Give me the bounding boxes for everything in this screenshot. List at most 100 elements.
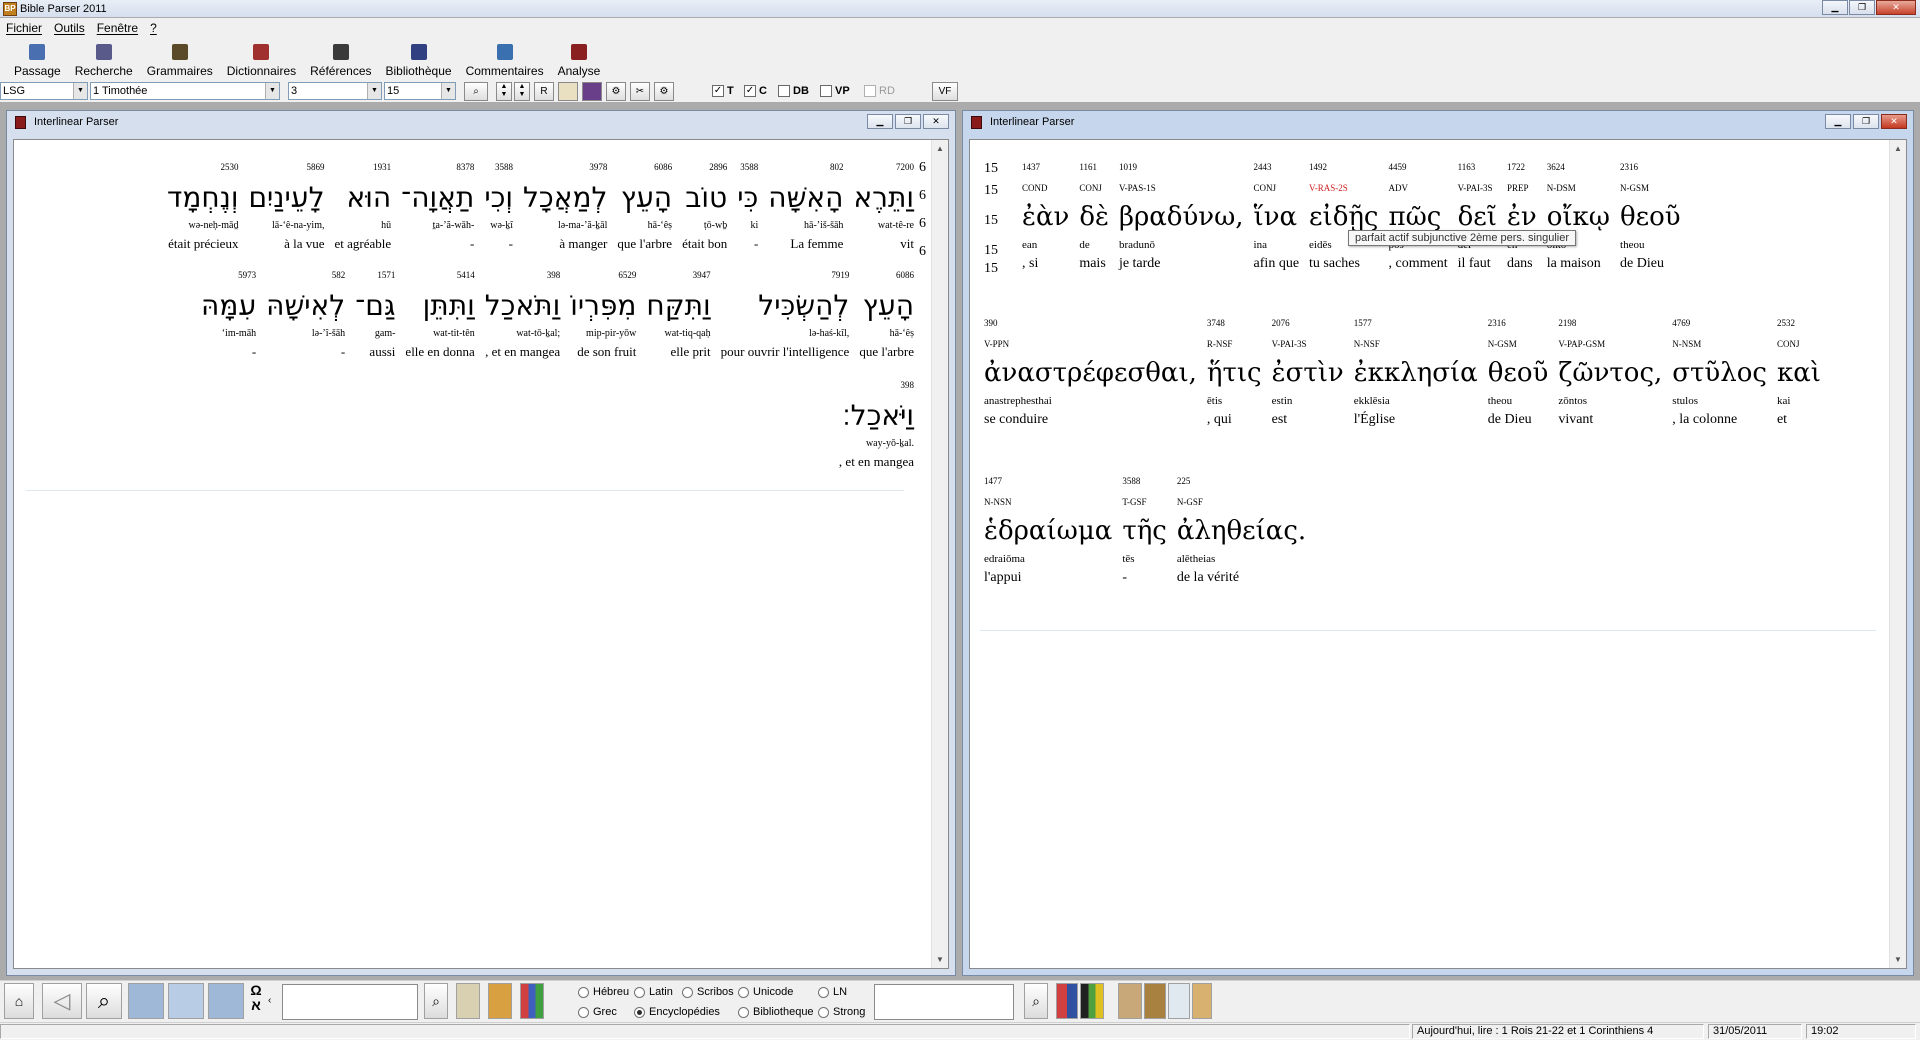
cascade-windows-icon[interactable] xyxy=(208,983,244,1019)
zoom-icon[interactable]: ⌕ xyxy=(86,983,122,1019)
strong-number[interactable]: 5973 xyxy=(238,270,256,284)
r-button[interactable]: R xyxy=(534,82,554,101)
interlinear-word[interactable]: 1571 גַּם־ gam-aussi xyxy=(355,270,395,362)
radio-latin[interactable]: Latin xyxy=(634,986,673,998)
toolbar-btn-bibliothque[interactable]: Bibliothèque xyxy=(386,38,452,80)
strong-number[interactable]: 398 xyxy=(901,380,915,394)
scroll-down-icon[interactable]: ▼ xyxy=(1890,951,1906,968)
morphology-code[interactable]: CONJ xyxy=(1777,334,1821,354)
horizontal-layout-icon[interactable] xyxy=(168,983,204,1019)
minimize-icon[interactable]: ▁ xyxy=(867,114,893,129)
strong-number[interactable]: 3588 xyxy=(495,162,513,176)
interlinear-word[interactable]: 1019 V-PAS-1S βραδύνω, bradunō je tarde xyxy=(1119,156,1244,274)
strong-number[interactable]: 398 xyxy=(547,270,561,284)
library-tool-icon[interactable] xyxy=(582,82,602,101)
strong-number[interactable]: 2530 xyxy=(220,162,238,176)
strong-number[interactable]: 2076 xyxy=(1272,312,1344,334)
strong-number[interactable]: 7919 xyxy=(831,270,849,284)
toolbar-btn-grammaires[interactable]: Grammaires xyxy=(147,38,213,80)
strong-number[interactable]: 2532 xyxy=(1777,312,1821,334)
interlinear-word[interactable]: 2532 CONJ καὶ kai et xyxy=(1777,312,1821,430)
interlinear-word[interactable]: 2198 V-PAP-GSM ζῶντος, zōntos vivant xyxy=(1558,312,1662,430)
morphology-code[interactable]: V-PAP-GSM xyxy=(1558,334,1662,354)
morphology-code[interactable]: N-NSM xyxy=(1672,334,1767,354)
interlinear-word[interactable]: 7919 לְהַשְׂכִּיל lə-haś-kîl, pour ouvrir l… xyxy=(721,270,850,362)
strong-number[interactable]: 6086 xyxy=(654,162,672,176)
close-icon[interactable]: ✕ xyxy=(923,114,949,129)
strong-number[interactable]: 3588 xyxy=(1122,470,1167,492)
tools-icon[interactable]: ✂ xyxy=(630,82,650,101)
morphology-code[interactable]: N-NSF xyxy=(1354,334,1478,354)
strong-number[interactable]: 225 xyxy=(1177,470,1306,492)
scroll-tool-icon[interactable] xyxy=(1144,983,1166,1019)
omega-aleph-icon[interactable]: Ωא xyxy=(248,983,264,1013)
interlinear-word[interactable]: 2316 N-GSM θεοῦ theou de Dieu xyxy=(1620,156,1681,274)
interlinear-word[interactable]: 3624N-DSMοἴκῳoikōla maison xyxy=(1547,156,1610,274)
morphology-code[interactable]: V-RAS-2S xyxy=(1309,178,1378,198)
strong-number[interactable]: 1492 xyxy=(1309,156,1378,178)
interlinear-word[interactable]: 225 N-GSF ἀληθείας. alētheias de la vérité xyxy=(1177,470,1306,588)
check-t[interactable]: ✓ T xyxy=(712,85,734,97)
interlinear-word[interactable]: 5869 לָעֵינַיִם lā-‘ê-na-yim, à la vue xyxy=(248,162,324,254)
interlinear-word[interactable]: 1163V-PAI-3Sδεῖdeiil faut xyxy=(1458,156,1497,274)
maximize-icon[interactable]: ❐ xyxy=(1853,114,1879,129)
strong-number[interactable]: 2316 xyxy=(1620,156,1681,178)
grid-tool-icon[interactable] xyxy=(456,983,480,1019)
strong-number[interactable]: 3978 xyxy=(589,162,607,176)
interlinear-word[interactable]: 1437 COND ἐὰν ean , si xyxy=(1022,156,1069,274)
interlinear-word[interactable]: 398 וַתֹּאכַל wat-tō-ḵal; , et en mangea xyxy=(485,270,560,362)
strong-number[interactable]: 1931 xyxy=(373,162,391,176)
toolbar-btn-dictionnaires[interactable]: Dictionnaires xyxy=(227,38,296,80)
interlinear-word[interactable]: 3588 T-GSF τῆς tēs - xyxy=(1122,470,1167,588)
radio-grec[interactable]: Grec xyxy=(578,1006,617,1018)
radio-encyclopedies[interactable]: Encyclopédies xyxy=(634,1006,720,1018)
interlinear-word[interactable]: 2316 N-GSM θεοῦ theou de Dieu xyxy=(1488,312,1549,430)
strong-number[interactable]: 1437 xyxy=(1022,156,1069,178)
radio-scribos[interactable]: Scribos xyxy=(682,986,734,998)
strong-number[interactable]: 802 xyxy=(830,162,844,176)
checkbox-vp[interactable] xyxy=(820,85,832,97)
maximize-icon[interactable]: ❐ xyxy=(1849,0,1875,15)
morphology-code[interactable]: N-GSM xyxy=(1488,334,1549,354)
morphology-code[interactable]: T-GSF xyxy=(1122,492,1167,512)
strong-number[interactable]: 4459 xyxy=(1389,156,1448,178)
check-c[interactable]: ✓ C xyxy=(744,85,767,97)
strong-number[interactable]: 5414 xyxy=(457,270,475,284)
chapter-spinner[interactable]: ▲ ▼ xyxy=(514,82,530,101)
interlinear-word[interactable]: 2530 וְנֶחְמָד wə-neḥ-māḏ était précieux xyxy=(167,162,238,254)
radio-dot[interactable] xyxy=(738,986,749,998)
interlinear-word[interactable]: 802 הָאִשָּׁה hā-’iš-šāh La femme xyxy=(768,162,843,254)
strong-search-input[interactable] xyxy=(874,984,1014,1020)
morphology-code[interactable]: ADV xyxy=(1389,178,1448,198)
check-db[interactable]: DB xyxy=(778,85,809,97)
radio-dot[interactable] xyxy=(634,1006,645,1018)
strong-number[interactable]: 390 xyxy=(984,312,1197,334)
interlinear-word[interactable]: 1492 V-RAS-2S εἰδῇς eidēs tu saches xyxy=(1309,156,1378,274)
interlinear-word[interactable]: 3588 כִּי ki - xyxy=(737,162,758,254)
strong-number[interactable]: 3947 xyxy=(693,270,711,284)
interlinear-word[interactable]: 6086 הָעֵץ hā-‘êṣ que l'arbre xyxy=(859,270,914,362)
morphology-code[interactable]: R-NSF xyxy=(1207,334,1262,354)
checkbox-t[interactable]: ✓ xyxy=(712,85,724,97)
scroll-up-icon[interactable]: ▲ xyxy=(932,140,948,157)
morphology-code[interactable]: N-GSM xyxy=(1620,178,1681,198)
back-icon[interactable]: ◁ xyxy=(42,983,82,1019)
strong-number[interactable]: 1477 xyxy=(984,470,1112,492)
radio-bibliotheque[interactable]: Bibliotheque xyxy=(738,1006,814,1018)
maximize-icon[interactable]: ❐ xyxy=(895,114,921,129)
strong-search-icon[interactable]: ⌕ xyxy=(1024,983,1048,1019)
radio-dot[interactable] xyxy=(818,986,829,998)
home-icon[interactable]: ⌂ xyxy=(4,983,34,1019)
close-icon[interactable]: ✕ xyxy=(1876,0,1916,15)
strong-number[interactable]: 7200 xyxy=(896,162,914,176)
zoom-search-button[interactable]: ⌕ xyxy=(464,82,488,101)
interlinear-word[interactable]: 6529 מִפִּרְיוֹ mip-pir-yōw de son fruit xyxy=(570,270,636,362)
chevron-left-icon[interactable]: ‹ xyxy=(268,995,271,1006)
chapter-select[interactable]: 3 ▼ xyxy=(288,82,382,100)
radio-dot[interactable] xyxy=(634,986,645,998)
network-tool-icon[interactable]: ⚙ xyxy=(606,82,626,101)
close-icon[interactable]: ✕ xyxy=(1881,114,1907,129)
interlinear-word[interactable]: 582 לְאִישָׁהּ lə-’î-šāh - xyxy=(266,270,345,362)
map-tool-icon[interactable] xyxy=(1118,983,1142,1019)
verse-select[interactable]: 15 ▼ xyxy=(384,82,456,100)
